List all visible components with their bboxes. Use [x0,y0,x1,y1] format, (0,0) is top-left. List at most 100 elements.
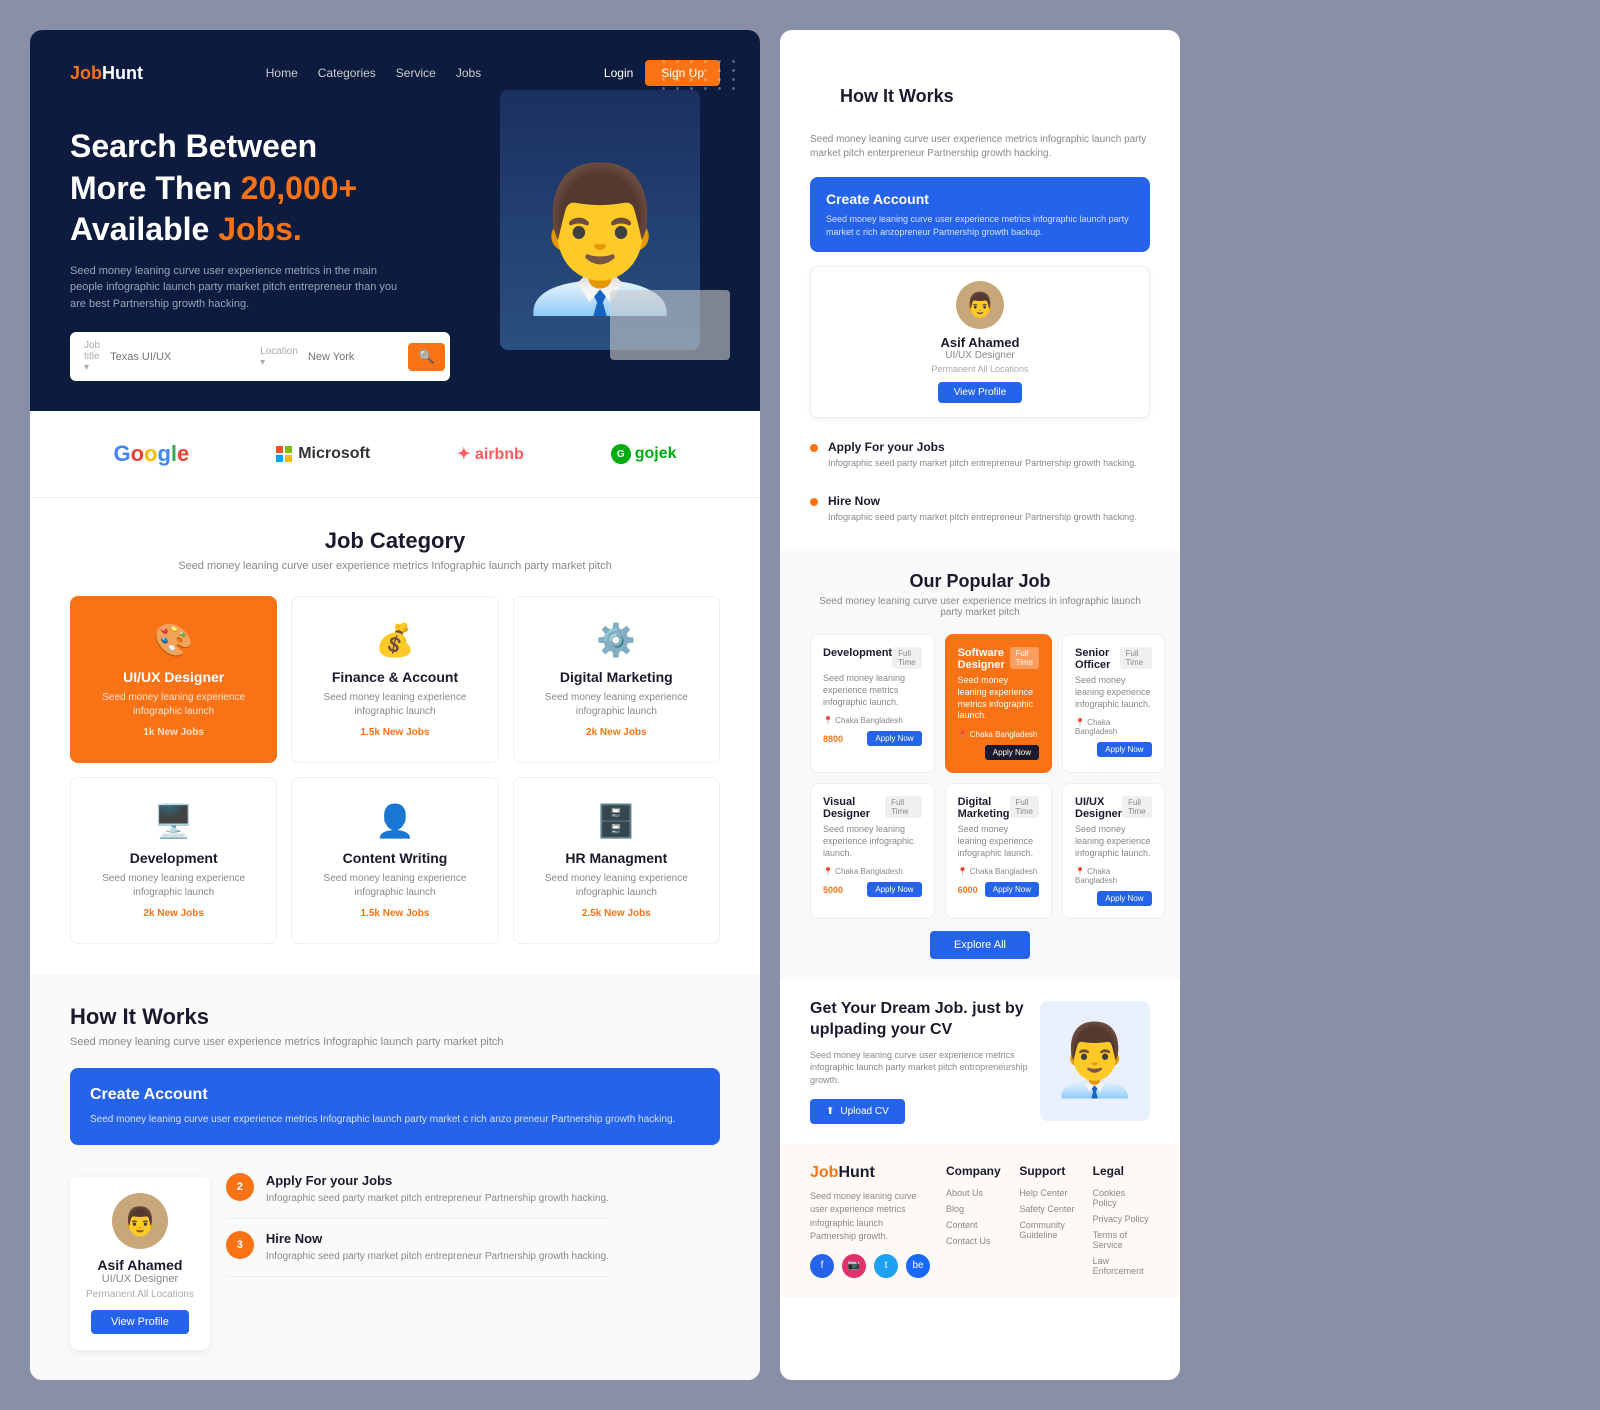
category-content-writing[interactable]: 👤 Content Writing Seed money leaning exp… [291,777,498,944]
brand-gojek: Ggojek [611,444,677,464]
brands-section: Google Microsoft ✦ airbnb Ggojek [30,411,760,498]
hero-highlight1: 20,000+ [241,170,358,206]
right-hiw-step-1-content: Apply For your Jobs Infographic seed par… [828,440,1137,470]
footer-link-law[interactable]: Law Enforcement [1093,1256,1150,1276]
category-ux-designer[interactable]: 🎨 UI/UX Designer Seed money leaning expe… [70,596,277,763]
right-hiw-step-2-content: Hire Now Infographic seed party market p… [828,494,1137,524]
job-digital-title: Digital Marketing [958,796,1010,820]
category-hr[interactable]: 🗄️ HR Managment Seed money leaning exper… [513,777,720,944]
footer-link-help[interactable]: Help Center [1019,1188,1076,1198]
footer-brand-desc: Seed money leaning curve user experience… [810,1190,930,1244]
hero-highlight2: Jobs. [218,211,302,247]
nav-home[interactable]: Home [266,66,298,80]
explore-all-button[interactable]: Explore All [930,931,1030,959]
job-digital-header: Digital Marketing Full Time [958,796,1039,820]
job-senior-company: 📍 Chaka Bangladesh [1075,718,1152,736]
right-create-desc: Seed money leaning curve user experience… [826,213,1134,238]
hr-title: HR Managment [530,850,703,866]
right-hiw-step-1-title: Apply For your Jobs [828,440,1137,454]
footer-company-title: Company [946,1164,1003,1178]
job-digital-desc: Seed money leaning experience infographi… [958,824,1039,859]
nav-categories[interactable]: Categories [318,66,376,80]
category-digital-marketing[interactable]: ⚙️ Digital Marketing Seed money leaning … [513,596,720,763]
right-view-profile-button[interactable]: View Profile [938,382,1023,403]
job-card-senior-officer[interactable]: Senior Officer Full Time Seed money lean… [1062,634,1165,773]
job-category-section: Job Category Seed money leaning curve us… [30,498,760,974]
job-visual-type: Full Time [885,796,921,818]
job-software-company: 📍 Chaka Bangladesh [958,730,1038,739]
social-twitter[interactable]: t [874,1254,898,1278]
right-hiw-title: How It Works [810,58,1150,127]
footer-link-privacy[interactable]: Privacy Policy [1093,1214,1150,1224]
hiw-left-desc: Seed money leaning curve user experience… [70,1036,720,1048]
hiw-profile-location: Permanent All Locations [86,1289,194,1300]
dream-job-person: 👨‍💼 [1040,1001,1150,1121]
job-card-digital-marketing[interactable]: Digital Marketing Full Time Seed money l… [945,783,1052,919]
location-input[interactable] [308,351,398,363]
social-icons: f 📷 t be [810,1254,930,1278]
content-writing-jobs: 1.5k New Jobs [308,908,481,919]
hr-icon: 🗄️ [530,802,703,840]
development-desc: Seed money leaning experience infographi… [87,872,260,900]
footer-link-content[interactable]: Content [946,1220,1003,1230]
upload-cv-button[interactable]: ⬆ Upload CV [810,1099,905,1124]
popular-jobs-section: Our Popular Job Seed money leaning curve… [780,551,1180,979]
footer-link-safety[interactable]: Safety Center [1019,1204,1076,1214]
footer-link-about[interactable]: About Us [946,1188,1003,1198]
job-software-apply[interactable]: Apply Now [985,745,1039,760]
right-panel: How It Works Seed money leaning curve us… [780,30,1180,1380]
social-facebook[interactable]: f [810,1254,834,1278]
digital-marketing-icon: ⚙️ [530,621,703,659]
nav-service[interactable]: Service [396,66,436,80]
footer-link-terms[interactable]: Terms of Service [1093,1230,1150,1250]
search-button[interactable]: 🔍 [408,343,445,371]
content-writing-desc: Seed money leaning experience infographi… [308,872,481,900]
footer-company-links: About Us Blog Content Contact Us [946,1188,1003,1246]
social-instagram[interactable]: 📷 [842,1254,866,1278]
job-visual-salary: 5000 [823,885,843,895]
job-ux-title: UI/UX Designer [1075,796,1122,820]
job-digital-apply[interactable]: Apply Now [985,882,1039,897]
footer-link-cookies[interactable]: Cookies Policy [1093,1188,1150,1208]
footer-link-contact[interactable]: Contact Us [946,1236,1003,1246]
job-ux-apply[interactable]: Apply Now [1097,891,1151,906]
job-development-apply[interactable]: Apply Now [867,731,921,746]
footer-link-community[interactable]: Community Guideline [1019,1220,1076,1240]
footer-link-blog[interactable]: Blog [946,1204,1003,1214]
job-software-desc: Seed money leaning experience metrics in… [958,675,1039,722]
right-hiw-dot-1 [810,444,818,452]
job-card-ux-designer[interactable]: UI/UX Designer Full Time Seed money lean… [1062,783,1165,919]
job-digital-type: Full Time [1010,796,1039,818]
job-card-visual-designer[interactable]: Visual Designer Full Time Seed money lea… [810,783,935,919]
job-senior-desc: Seed money leaning experience infographi… [1075,675,1152,710]
job-visual-apply[interactable]: Apply Now [867,882,921,897]
right-create-card: Create Account Seed money leaning curve … [810,177,1150,252]
footer-section: JobHunt Seed money leaning curve user ex… [780,1144,1180,1298]
job-development-type: Full Time [892,647,921,669]
site-logo: JobHunt [70,63,143,84]
hero-title-line3: Available [70,211,209,247]
social-behance[interactable]: be [906,1254,930,1278]
hr-jobs: 2.5k New Jobs [530,908,703,919]
right-avatar: 👨 [956,281,1004,329]
footer-logo: JobHunt [810,1164,930,1182]
hiw-steps: 2 Apply For your Jobs Infographic seed p… [226,1161,609,1350]
job-card-development[interactable]: Development Full Time Seed money leaning… [810,634,935,773]
digital-marketing-jobs: 2k New Jobs [530,727,703,738]
search-input[interactable] [110,351,240,363]
search-bar: Job title ▾ Location ▾ 🔍 [70,332,450,381]
development-jobs: 2k New Jobs [87,908,260,919]
right-hiw-step-2-desc: Infographic seed party market pitch entr… [828,511,1137,524]
job-ux-header: UI/UX Designer Full Time [1075,796,1152,820]
hiw-step-2-title: Apply For your Jobs [266,1173,609,1188]
category-finance[interactable]: 💰 Finance & Account Seed money leaning e… [291,596,498,763]
hr-desc: Seed money leaning experience infographi… [530,872,703,900]
hiw-profile-steps: 👨 Asif Ahamed UI/UX Designer Permanent A… [70,1161,720,1350]
hiw-view-profile-button[interactable]: View Profile [91,1310,189,1334]
hiw-profile-card: 👨 Asif Ahamed UI/UX Designer Permanent A… [70,1177,210,1350]
upload-cv-label: Upload CV [840,1106,888,1117]
job-card-software-designer[interactable]: Software Designer Full Time Seed money l… [945,634,1052,773]
category-development[interactable]: 🖥️ Development Seed money leaning experi… [70,777,277,944]
footer-support-title: Support [1019,1164,1076,1178]
job-senior-apply[interactable]: Apply Now [1097,742,1151,757]
